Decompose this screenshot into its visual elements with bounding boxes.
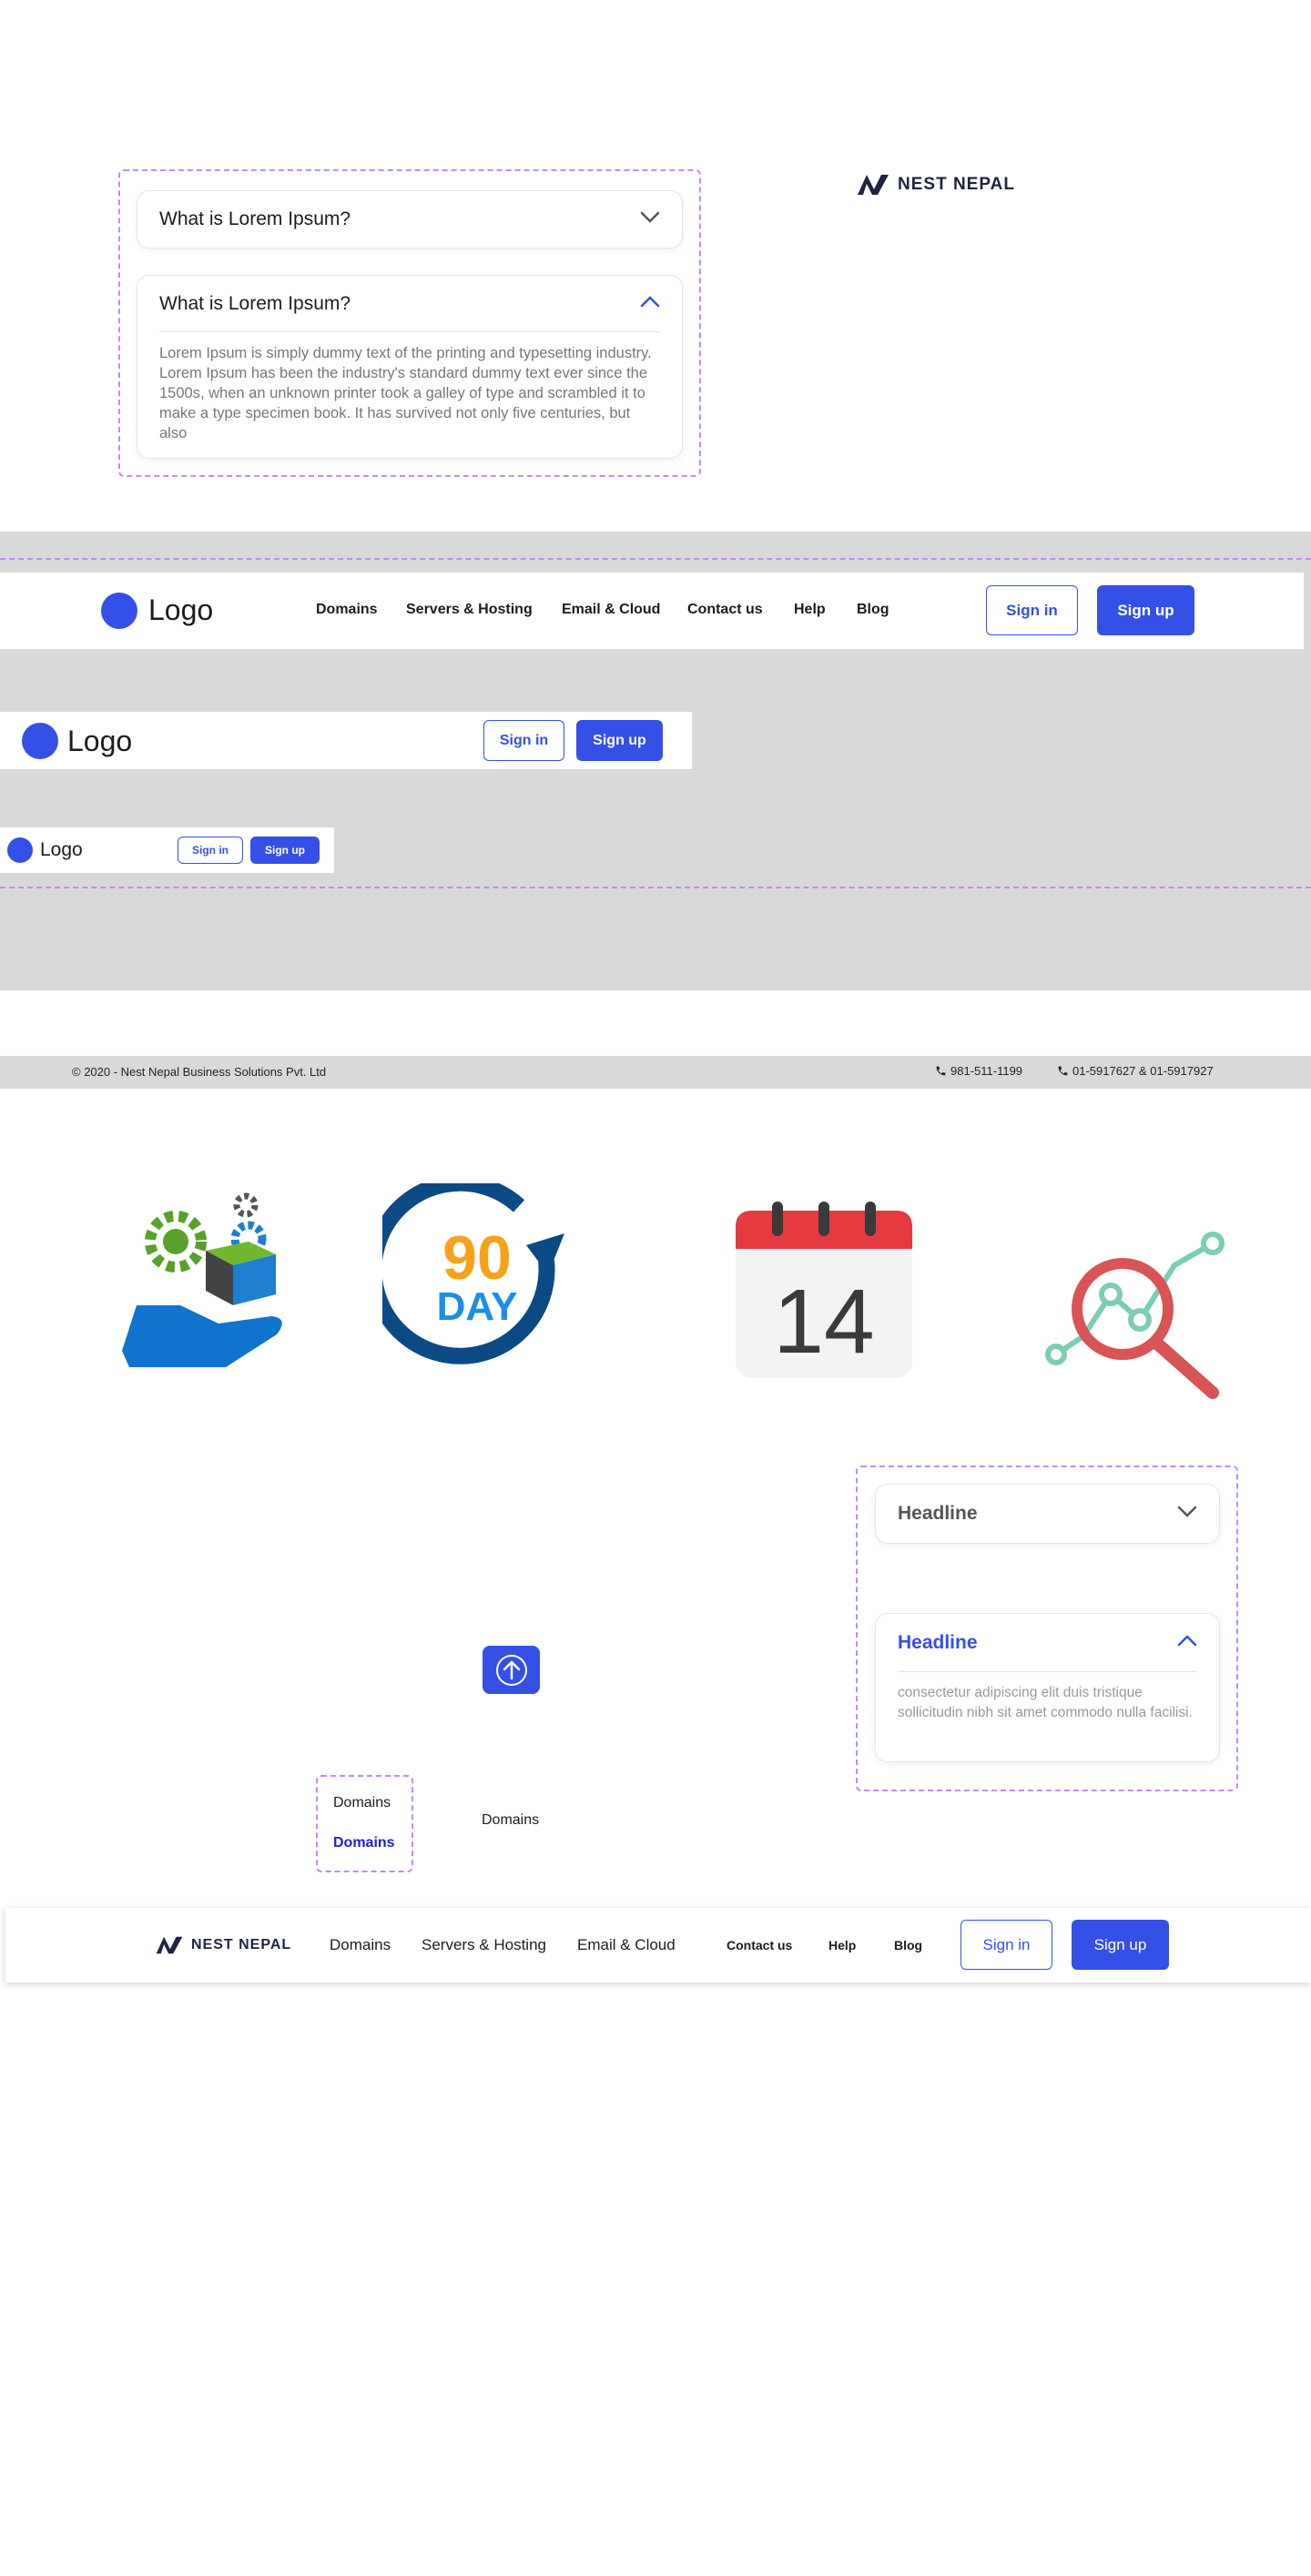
footer-phone-mobile[interactable]: 981-511-1199 (935, 1064, 1022, 1078)
nest-nepal-logo-icon (156, 1936, 183, 1954)
chevron-up-icon[interactable] (1177, 1634, 1197, 1651)
sign-in-button[interactable]: Sign in (178, 837, 243, 864)
sign-up-button[interactable]: Sign up (1097, 585, 1194, 635)
logo-text[interactable]: Logo (40, 839, 83, 861)
faq-answer: Lorem Ipsum is simply dummy text of the … (159, 345, 652, 441)
sign-up-button[interactable]: Sign up (576, 720, 663, 761)
logo-text[interactable]: Logo (67, 725, 132, 758)
headline-item-collapsed[interactable]: Headline (875, 1484, 1220, 1544)
phone-icon (936, 1066, 946, 1076)
nav-link-domains[interactable]: Domains (316, 602, 378, 618)
calendar-day-number: 14 (773, 1271, 874, 1373)
logo-circle-icon (7, 837, 33, 863)
logo-circle-icon (101, 593, 137, 629)
chevron-down-icon[interactable] (1177, 1506, 1197, 1523)
nest-nepal-logo-icon (858, 175, 889, 195)
brand-logo[interactable]: NEST NEPAL (155, 1935, 291, 1955)
logo-circle-icon (22, 723, 58, 759)
nav-link-contact-us[interactable]: Contact us (727, 1938, 792, 1952)
showcase-guide-bottom (0, 887, 1311, 888)
phone-number: 981-511-1199 (950, 1064, 1023, 1078)
phone-number: 01-5917627 & 01-5917927 (1072, 1064, 1214, 1078)
brand-name: NEST NEPAL (191, 1937, 292, 1952)
faq-item-collapsed[interactable]: What is Lorem Ipsum? (137, 190, 683, 248)
nav-link-servers-hosting[interactable]: Servers & Hosting (406, 602, 533, 618)
ninety-day-icon: 90 DAY (382, 1183, 564, 1364)
nav-link-help[interactable]: Help (828, 1938, 856, 1952)
sign-up-button[interactable]: Sign up (250, 837, 320, 864)
faq-question: What is Lorem Ipsum? (159, 292, 351, 314)
footer-phone-office[interactable]: 01-5917627 & 01-5917927 (1057, 1064, 1214, 1078)
showcase-guide-top (0, 558, 1311, 560)
product-delivery-gears-icon (122, 1192, 282, 1367)
menu-item-active[interactable]: Domains (333, 1835, 395, 1851)
nav-link-email-cloud[interactable]: Email & Cloud (562, 602, 660, 618)
sign-up-button[interactable]: Sign up (1072, 1920, 1169, 1970)
brand-name: NEST NEPAL (898, 175, 1015, 194)
nav-link-domains[interactable]: Domains (330, 1936, 391, 1954)
ninety-day-number: 90 (442, 1223, 512, 1293)
faq-question: What is Lorem Ipsum? (159, 208, 351, 229)
footer-copyright: © 2020 - Nest Nepal Business Solutions P… (72, 1065, 327, 1079)
headline-body: consectetur adipiscing elit duis tristiq… (898, 1685, 1193, 1720)
nav-link-contact-us[interactable]: Contact us (687, 602, 763, 618)
chevron-down-icon[interactable] (640, 211, 660, 228)
phone-icon (1058, 1066, 1068, 1076)
nav-link-blog[interactable]: Blog (857, 602, 889, 618)
ninety-day-label: DAY (437, 1284, 518, 1329)
faq-item-expanded[interactable]: What is Lorem Ipsum? Lorem Ipsum is simp… (137, 275, 683, 459)
sign-in-button[interactable]: Sign in (986, 585, 1078, 635)
nav-link-blog[interactable]: Blog (894, 1938, 922, 1952)
brand-logo: NEST NEPAL (856, 173, 1015, 197)
headline-title: Headline (898, 1631, 978, 1653)
scroll-to-top-button[interactable] (483, 1646, 540, 1694)
sign-in-button[interactable]: Sign in (483, 720, 564, 761)
nav-link-servers-hosting[interactable]: Servers & Hosting (422, 1936, 546, 1954)
analytics-search-icon (1045, 1232, 1225, 1399)
menu-item-default[interactable]: Domains (333, 1795, 391, 1811)
headline-item-expanded[interactable]: Headline consectetur adipiscing elit dui… (875, 1613, 1220, 1762)
chevron-up-icon[interactable] (640, 295, 660, 312)
calendar-icon: 14 (736, 1202, 912, 1378)
nav-link-help[interactable]: Help (794, 602, 826, 618)
nav-link-email-cloud[interactable]: Email & Cloud (577, 1936, 676, 1954)
logo-text[interactable]: Logo (148, 593, 213, 627)
sign-in-button[interactable]: Sign in (960, 1920, 1052, 1970)
headline-title: Headline (898, 1503, 978, 1524)
menu-item-states-frame (316, 1775, 413, 1872)
menu-item-plain[interactable]: Domains (482, 1812, 539, 1829)
arrow-up-icon (495, 1654, 527, 1686)
